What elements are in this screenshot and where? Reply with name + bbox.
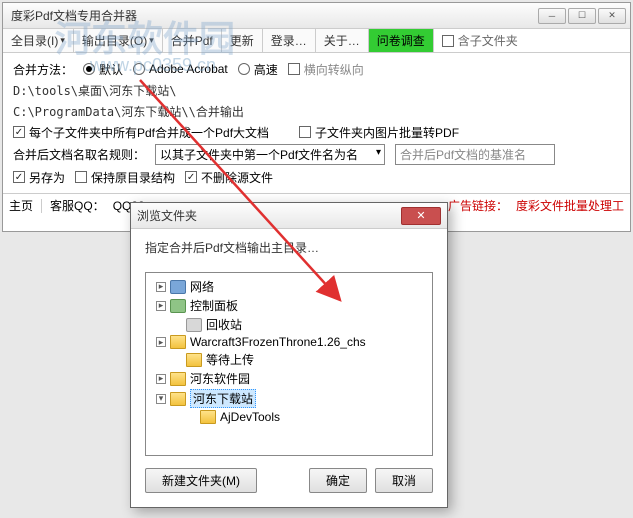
close-button[interactable]: ✕	[598, 8, 626, 24]
keep-struct-checkbox[interactable]: 保持原目录结构	[75, 169, 175, 186]
expand-icon	[172, 355, 182, 365]
expand-icon[interactable]	[156, 374, 166, 384]
tree-item[interactable]: 等待上传	[148, 350, 430, 369]
include-subfolders-label: 含子文件夹	[458, 32, 518, 49]
expand-icon[interactable]	[156, 394, 166, 404]
folder-icon	[170, 335, 186, 349]
about-button[interactable]: 关于…	[316, 29, 369, 52]
expand-icon[interactable]	[156, 337, 166, 347]
method-acrobat-radio[interactable]: Adobe Acrobat	[133, 62, 228, 76]
maximize-button[interactable]: ☐	[568, 8, 596, 24]
merge-pdf-button[interactable]: 合并Pdf	[163, 29, 222, 52]
qq-label: 客服QQ：	[50, 197, 105, 214]
dialog-close-button[interactable]: ✕	[401, 207, 441, 225]
expand-icon[interactable]	[156, 301, 166, 311]
home-link[interactable]: 主页	[9, 197, 33, 214]
minimize-button[interactable]: ─	[538, 8, 566, 24]
output-dir-button[interactable]: 输出目录(O)	[74, 29, 163, 52]
ad-label: 广告链接：	[448, 197, 508, 214]
login-button[interactable]: 登录…	[263, 29, 316, 52]
tree-item[interactable]: 控制面板	[148, 296, 430, 315]
dialog-title: 浏览文件夹	[137, 207, 401, 224]
naming-rule-select[interactable]: 以其子文件夹中第一个Pdf文件名为名	[155, 144, 385, 165]
tree-item-label: AjDevTools	[220, 410, 280, 424]
tree-item-label: 控制面板	[190, 297, 238, 314]
update-button[interactable]: 更新	[222, 29, 263, 52]
net-icon	[170, 280, 186, 294]
save-as-checkbox[interactable]: 另存为	[13, 169, 65, 186]
tree-item[interactable]: 河东下载站	[148, 388, 430, 409]
titlebar: 度彩Pdf文档专用合并器 ─ ☐ ✕	[3, 3, 630, 29]
cpl-icon	[170, 299, 186, 313]
tree-item[interactable]: Warcraft3FrozenThrone1.26_chs	[148, 334, 430, 350]
tree-item[interactable]: 网络	[148, 277, 430, 296]
tree-item-label: 河东软件园	[190, 370, 250, 387]
cancel-button[interactable]: 取消	[375, 468, 433, 493]
checkbox-icon	[442, 35, 454, 47]
no-delete-src-checkbox[interactable]: 不删除源文件	[185, 169, 273, 186]
folder-icon	[170, 392, 186, 406]
method-fast-radio[interactable]: 高速	[238, 61, 278, 78]
main-window: 度彩Pdf文档专用合并器 ─ ☐ ✕ 全目录(I) 输出目录(O) 合并Pdf …	[2, 2, 631, 232]
sub-img-to-pdf-checkbox[interactable]: 子文件夹内图片批量转PDF	[299, 124, 459, 141]
merge-each-sub-checkbox[interactable]: 每个子文件夹中所有Pdf合并成一个Pdf大文档	[13, 124, 269, 141]
naming-rule-label: 合并后文档名取名规则：	[13, 146, 145, 163]
browse-folder-dialog: 浏览文件夹 ✕ 指定合并后Pdf文档输出主目录… 网络控制面板回收站 Warcra…	[130, 202, 448, 508]
dialog-message: 指定合并后Pdf文档输出主目录…	[131, 229, 447, 266]
method-default-radio[interactable]: 默认	[83, 61, 123, 78]
ad-link[interactable]: 度彩文件批量处理工	[516, 197, 624, 214]
expand-icon	[172, 320, 182, 330]
tree-item-label: 回收站	[206, 316, 242, 333]
tree-item-label: 等待上传	[206, 351, 254, 368]
source-path: D:\tools\桌面\河东下载站\	[13, 82, 176, 99]
folder-icon	[200, 410, 216, 424]
rotate-checkbox[interactable]: 横向转纵向	[288, 61, 364, 78]
dest-path: C:\ProgramData\河东下载站\\合并输出	[13, 103, 244, 120]
tree-item-label: 河东下载站	[190, 389, 256, 408]
window-title: 度彩Pdf文档专用合并器	[7, 7, 538, 24]
tree-item[interactable]: 河东软件园	[148, 369, 430, 388]
tree-item-label: 网络	[190, 278, 214, 295]
expand-icon	[186, 412, 196, 422]
tree-item[interactable]: AjDevTools	[148, 409, 430, 425]
include-subfolders-checkbox[interactable]: 含子文件夹	[434, 29, 526, 52]
bin-icon	[186, 318, 202, 332]
survey-button[interactable]: 问卷调查	[369, 29, 434, 52]
tree-item[interactable]: 回收站	[148, 315, 430, 334]
toolbar: 全目录(I) 输出目录(O) 合并Pdf 更新 登录… 关于… 问卷调查 含子文…	[3, 29, 630, 53]
merge-method-label: 合并方法：	[13, 61, 73, 78]
expand-icon[interactable]	[156, 282, 166, 292]
folder-icon	[186, 353, 202, 367]
all-dir-button[interactable]: 全目录(I)	[3, 29, 74, 52]
base-name-input[interactable]: 合并后Pdf文档的基准名	[395, 144, 555, 165]
new-folder-button[interactable]: 新建文件夹(M)	[145, 468, 257, 493]
folder-icon	[170, 372, 186, 386]
ok-button[interactable]: 确定	[309, 468, 367, 493]
tree-item-label: Warcraft3FrozenThrone1.26_chs	[190, 335, 366, 349]
folder-tree[interactable]: 网络控制面板回收站 Warcraft3FrozenThrone1.26_chs 等待…	[145, 272, 433, 456]
